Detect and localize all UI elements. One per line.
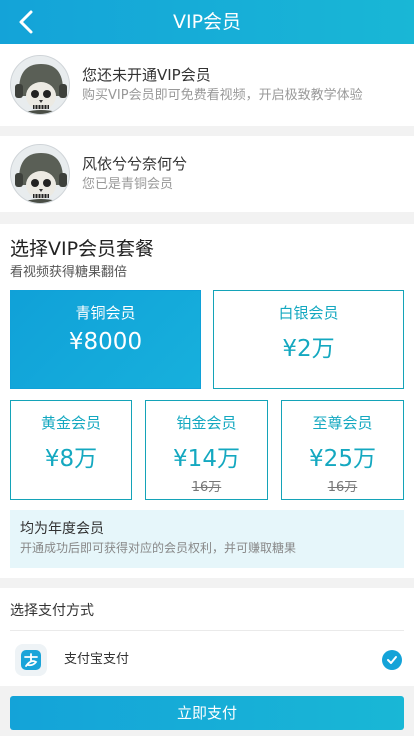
- tier-name: 白银会员: [278, 304, 339, 322]
- tier-option-platinum[interactable]: 铂金会员 ¥14万 16万: [145, 400, 268, 500]
- user-status-card: 您还未开通VIP会员 购买VIP会员即可免费看视频，开启极致教学体验: [0, 44, 414, 126]
- payment-method-label: 支付宝支付: [64, 652, 130, 667]
- tier-name: 黄金会员: [40, 414, 101, 432]
- skull-helmet-avatar-icon: [11, 56, 69, 114]
- tier-option-gold[interactable]: 黄金会员 ¥8万: [10, 400, 132, 500]
- tier-price: ¥25万: [309, 446, 376, 472]
- tier-original-price: 16万: [191, 480, 222, 495]
- user-status-title: 您还未开通VIP会员: [82, 65, 211, 84]
- top-bar: VIP会员: [0, 0, 414, 44]
- user-status-subtitle: 购买VIP会员即可免费看视频，开启极致教学体验: [82, 87, 363, 103]
- tier-option-silver[interactable]: 白银会员 ¥2万: [213, 290, 404, 389]
- tier-price: ¥2万: [282, 336, 335, 362]
- tier-price: ¥14万: [173, 446, 240, 472]
- avatar: [10, 55, 70, 115]
- member-card: 风依兮兮奈何兮 您已是青铜会员: [0, 136, 414, 212]
- tier-price: ¥8万: [44, 446, 98, 472]
- tier-price: ¥8000: [68, 329, 143, 355]
- member-level: 您已是青铜会员: [82, 176, 174, 192]
- package-section: 选择VIP会员套餐 看视频获得糖果翻倍 青铜会员 ¥8000 白银会员 ¥2万 …: [0, 224, 414, 578]
- payment-section-title: 选择支付方式: [10, 603, 94, 619]
- package-section-subtitle: 看视频获得糖果翻倍: [10, 265, 128, 280]
- divider: [10, 630, 404, 631]
- tier-name: 青铜会员: [75, 304, 136, 322]
- tier-name: 至尊会员: [312, 414, 373, 432]
- member-name: 风依兮兮奈何兮: [82, 154, 188, 173]
- avatar: [10, 144, 70, 204]
- check-icon[interactable]: [382, 650, 402, 670]
- payment-option-alipay[interactable]: 支付宝支付: [0, 638, 414, 682]
- notice-title: 均为年度会员: [20, 521, 104, 537]
- page-title: VIP会员: [172, 11, 242, 33]
- package-section-title: 选择VIP会员套餐: [10, 238, 155, 260]
- tier-option-supreme[interactable]: 至尊会员 ¥25万 16万: [281, 400, 404, 500]
- payment-method-section: 选择支付方式 支付宝支付: [0, 588, 414, 686]
- alipay-icon: [15, 644, 47, 676]
- tier-original-price: 16万: [327, 480, 358, 495]
- notice-text: 开通成功后即可获得对应的会员权利，并可赚取糖果: [20, 541, 297, 555]
- tier-name: 铂金会员: [176, 414, 237, 432]
- annual-membership-notice: 均为年度会员 开通成功后即可获得对应的会员权利，并可赚取糖果: [10, 510, 404, 568]
- skull-helmet-avatar-icon: [11, 145, 69, 203]
- pay-now-button[interactable]: 立即支付: [10, 696, 404, 730]
- tier-option-bronze[interactable]: 青铜会员 ¥8000: [10, 290, 201, 389]
